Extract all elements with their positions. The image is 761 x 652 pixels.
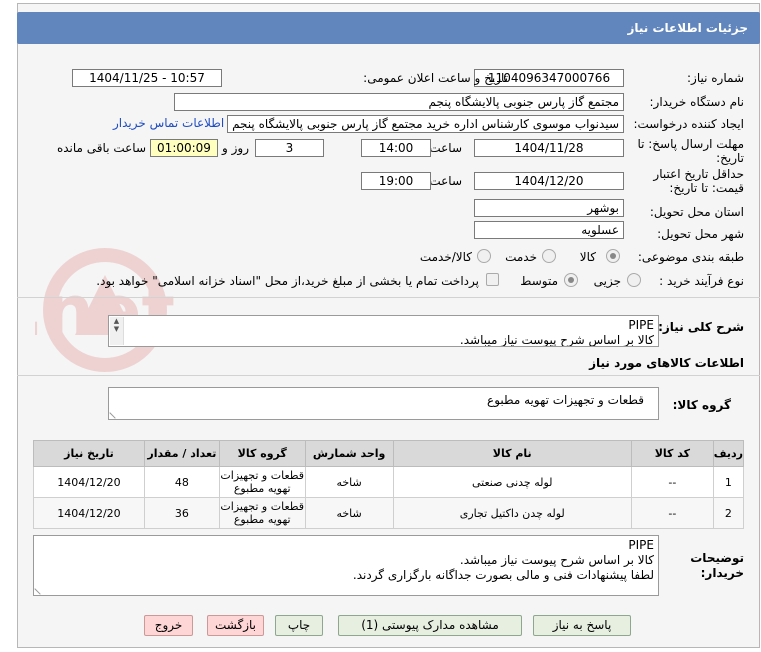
days-label: روز و [222,141,249,155]
cell-group: قطعات و تجهیزات تهویه مطبوع [218,497,306,529]
deadline-label-2: تاریخ: [716,151,744,165]
exit-button[interactable]: خروج [144,615,193,636]
cell-date: 1404/12/20 [33,466,145,498]
category-option-both: کالا/خدمت [419,250,472,264]
province-field: بوشهر [474,199,624,217]
goods-group-textarea[interactable]: قطعات و تجهیزات تهویه مطبوع [108,387,659,420]
cell-date: 1404/12/20 [33,497,145,529]
cell-code: -- [630,497,714,529]
process-radio-minor[interactable] [627,273,641,287]
days-field: 3 [255,139,324,157]
description-label: شرح کلی نیاز: [658,320,744,334]
divider [17,297,760,298]
cell-quantity: 48 [143,466,220,498]
table-row[interactable]: 1 -- لوله چدنی صنعتی شاخه قطعات و تجهیزا… [33,466,745,498]
goods-group-value: قطعات و تجهیزات تهویه مطبوع [487,393,644,407]
cell-unit: شاخه [304,497,394,529]
deadline-time-field: 14:00 [361,139,431,157]
process-label: نوع فرآیند خرید : [659,274,744,288]
buyer-notes-label: توضیحات [690,551,744,565]
table-row[interactable]: 2 -- لوله چدن داکتیل تجاری شاخه قطعات و … [33,497,745,529]
cell-name: لوله چدن داکتیل تجاری [392,497,632,529]
validity-label: حداقل تاریخ اعتبار [653,167,744,181]
remaining-label: ساعت باقی مانده [56,141,146,155]
remaining-time-field: 01:00:09 [150,139,218,157]
validity-date-field: 1404/12/20 [474,172,624,190]
print-button[interactable]: چاپ [275,615,323,636]
city-label: شهر محل تحویل: [657,227,744,241]
cell-code: -- [630,466,714,498]
validity-label-2: قیمت: تا تاریخ: [669,181,744,195]
buyer-label: نام دستگاه خریدار: [649,95,745,109]
category-option-service: خدمت [505,250,537,264]
back-button[interactable]: بازگشت [207,615,264,636]
buyer-notes-line-3: لطفا پیشنهادات فنی و مالی بصورت جداگانه … [352,568,654,582]
buyer-notes-line-2: کالا بر اساس شرح پیوست نیاز میباشد. [459,553,654,567]
cell-group: قطعات و تجهیزات تهویه مطبوع [218,466,306,498]
table-header-row: ردیف کد کالا نام کالا واحد شمارش گروه کا… [33,440,745,467]
category-radio-service[interactable] [542,249,556,263]
category-radio-both[interactable] [477,249,491,263]
resize-grip-icon[interactable] [109,407,121,419]
province-label: استان محل تحویل: [649,205,744,219]
col-header-unit: واحد شمارش [304,440,394,467]
cell-name: لوله چدنی صنعتی [392,466,632,498]
scrollbar[interactable]: ▲ ▼ [110,317,124,345]
payment-note: پرداخت تمام یا بخشی از مبلغ خرید،از محل … [96,274,479,288]
description-line-2: کالا بر اساس شرح پیوست نیاز میباشد. [459,333,654,347]
description-line-1: PIPE [628,318,654,332]
col-header-name: نام کالا [392,440,632,467]
deadline-label: مهلت ارسال پاسخ: تا [637,137,744,151]
goods-table: ردیف کد کالا نام کالا واحد شمارش گروه کا… [33,440,745,529]
creator-field: سیدنواب موسوی کارشناس اداره خرید مجتمع گ… [227,115,624,133]
buyer-notes-line-1: PIPE [628,538,654,552]
treasury-checkbox[interactable] [486,273,499,286]
col-header-code: کد کالا [630,440,714,467]
reply-button[interactable]: پاسخ به نیاز [533,615,631,636]
need-number-label: شماره نیاز: [687,71,744,85]
category-label: طبقه بندی موضوعی: [637,250,744,264]
validity-time-label: ساعت [429,174,462,188]
col-header-quantity: تعداد / مقدار [143,440,220,467]
goods-section-title: اطلاعات کالاهای مورد نیاز [589,356,744,370]
buyer-notes-label-2: خریدار: [700,566,744,580]
page-title: جزئیات اطلاعات نیاز [17,12,760,44]
announce-label: تاریخ و ساعت اعلان عمومی: [363,71,508,85]
category-radio-goods[interactable] [606,249,620,263]
contact-info-link[interactable]: اطلاعات تماس خریدار [113,116,224,130]
divider [17,375,760,376]
cell-quantity: 36 [143,497,220,529]
deadline-time-label: ساعت [429,141,462,155]
process-option-medium: متوسط [520,274,558,288]
col-header-row-number: ردیف [712,440,745,467]
description-textarea[interactable]: PIPE کالا بر اساس شرح پیوست نیاز میباشد.… [108,315,659,347]
process-option-minor: جزیی [593,274,621,288]
col-header-date: تاریخ نیاز [33,440,145,467]
validity-time-field: 19:00 [361,172,431,190]
process-radio-medium[interactable] [564,273,578,287]
goods-group-label: گروه کالا: [672,398,731,412]
category-option-goods: کالا [579,250,596,264]
cell-row-number: 2 [712,497,745,529]
creator-label: ایجاد کننده درخواست: [633,117,744,131]
cell-row-number: 1 [712,466,745,498]
col-header-group: گروه کالا [218,440,306,467]
deadline-date-field: 1404/11/28 [474,139,624,157]
announce-field: 1404/11/25 - 10:57 [72,69,222,87]
buyer-field: مجتمع گاز پارس جنوبی پالایشگاه پنجم [174,93,624,111]
view-attachments-button[interactable]: مشاهده مدارک پیوستی (1) [338,615,522,636]
buyer-notes-textarea[interactable]: PIPE کالا بر اساس شرح پیوست نیاز میباشد.… [33,535,659,596]
city-field: عسلویه [474,221,624,239]
cell-unit: شاخه [304,466,394,498]
resize-grip-icon[interactable] [34,583,46,595]
